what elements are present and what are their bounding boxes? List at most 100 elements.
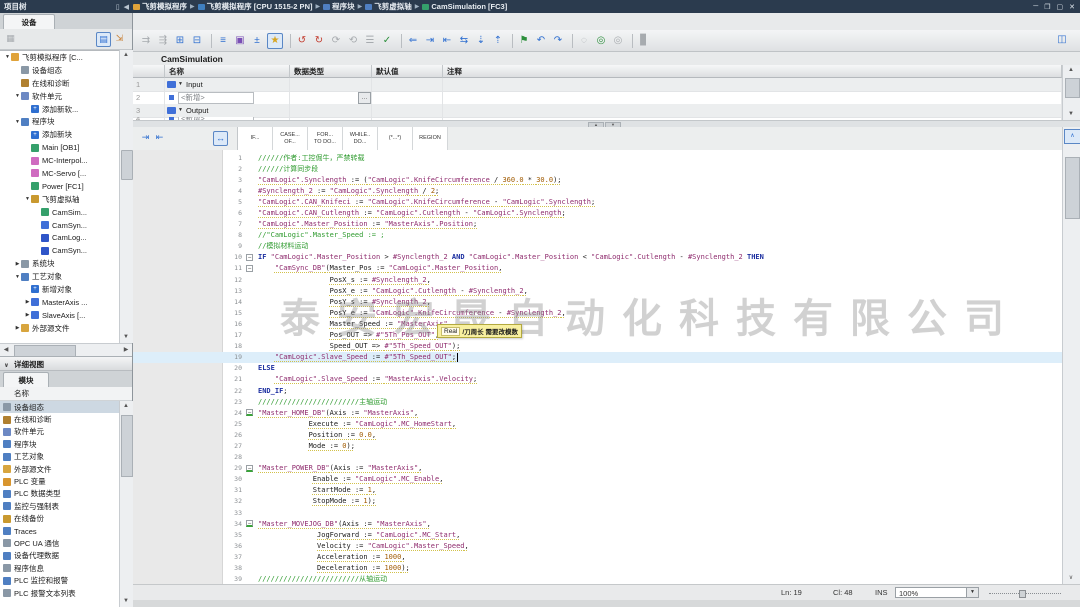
- code-line[interactable]: 7"CamLogic".Master_Position := "MasterAx…: [133, 219, 1062, 230]
- fold-collapse-icon[interactable]: −: [246, 520, 253, 527]
- snippets-icon[interactable]: ▣: [233, 34, 247, 48]
- compile-icon[interactable]: ✓: [380, 34, 394, 48]
- code-line[interactable]: 17 Pos_OUT => #"5Th_Pos_OUT",: [133, 330, 1062, 341]
- expander-open-icon[interactable]: ▼: [14, 274, 21, 280]
- scroll-up-icon[interactable]: ▲: [1065, 65, 1077, 76]
- tree-item[interactable]: MC-Servo [...: [0, 167, 132, 180]
- fit-width-icon[interactable]: ↔: [213, 131, 228, 146]
- project-tree-vertical-scrollbar[interactable]: ▲ ▼: [119, 50, 133, 343]
- tree-item[interactable]: +新增对象: [0, 283, 132, 296]
- datatype-combo-button[interactable]: …: [358, 92, 371, 104]
- code-line[interactable]: 3"CamLogic".Synclength := ("CamLogic".Kn…: [133, 174, 1062, 185]
- scroll-down-icon[interactable]: ▼: [1065, 109, 1077, 120]
- breadcrumb-item[interactable]: 飞剪虚拟轴: [365, 1, 412, 12]
- code-line[interactable]: 8//"CamLogic".Master_Speed := ;: [133, 230, 1062, 241]
- interface-row[interactable]: 1▼Input: [133, 78, 1062, 92]
- insert-network2-icon[interactable]: ⇶: [156, 34, 170, 48]
- tree-item[interactable]: ▶SlaveAxis [...: [0, 309, 132, 322]
- code-line[interactable]: 30 Enable := "CamLogic".MC_Enable,: [133, 474, 1062, 485]
- expander-closed-icon[interactable]: ▶: [24, 312, 31, 318]
- code-line[interactable]: 23////////////////////////主轴运动: [133, 396, 1062, 407]
- snippet-while-button[interactable]: WHILE..DO...: [343, 127, 378, 150]
- scroll-down-icon[interactable]: ▼: [120, 332, 132, 343]
- split-editor-icon[interactable]: ◫: [1055, 33, 1069, 47]
- tree-item[interactable]: ▶外部源文件: [0, 322, 132, 335]
- tree-item[interactable]: 在线和诊断: [0, 77, 132, 90]
- code-line[interactable]: 27 Mode := 0);: [133, 440, 1062, 451]
- code-line[interactable]: 19 "CamLogic".Slave_Speed := #"5Th_Speed…: [133, 352, 1062, 363]
- code-line[interactable]: 22END_IF;: [133, 385, 1062, 396]
- delete-row-icon[interactable]: ⊟: [190, 34, 204, 48]
- expander-open-icon[interactable]: ▼: [14, 119, 21, 125]
- scroll-down-icon[interactable]: ∨: [1065, 573, 1077, 584]
- code-line[interactable]: 16 Master_Speed := "MasterAxis": [133, 318, 1062, 329]
- code-line[interactable]: 11− "CamSync_DB"(Master_Pos := "CamLogic…: [133, 263, 1062, 274]
- tree-item[interactable]: ▼飞剪虚拟轴: [0, 193, 132, 206]
- column-header[interactable]: 注释: [443, 65, 1062, 78]
- code-line[interactable]: 13 PosX_e := "CamLogic".Cutlength - #Syn…: [133, 285, 1062, 296]
- interface-row[interactable]: 3▼Output: [133, 104, 1062, 118]
- detail-list-item[interactable]: 程序信息: [0, 562, 119, 574]
- tree-item[interactable]: ▼软件单元: [0, 90, 132, 103]
- project-tree-horizontal-scrollbar[interactable]: ◀ ▶: [0, 343, 132, 357]
- tree-item[interactable]: Power [FC1]: [0, 180, 132, 193]
- new-variable-field[interactable]: <新增>: [178, 92, 254, 104]
- scroll-down-icon[interactable]: ▼: [120, 596, 132, 607]
- maximize-button[interactable]: ▢: [1057, 3, 1064, 11]
- default-value-cell[interactable]: [372, 91, 443, 104]
- snippet-for-button[interactable]: FOR...TO DO...: [308, 127, 343, 150]
- start-monitoring-icon[interactable]: ⚑: [517, 34, 531, 48]
- detail-list-item[interactable]: 设备代理数据: [0, 550, 119, 562]
- code-line[interactable]: 36 Velocity := "CamLogic".Master_Speed,: [133, 540, 1062, 551]
- detail-list-item[interactable]: 设备组态: [0, 401, 119, 413]
- detail-list-item[interactable]: 在线和诊断: [0, 413, 119, 425]
- tab-modules[interactable]: 模块: [3, 372, 49, 388]
- default-value-cell[interactable]: [372, 78, 443, 91]
- format-source-icon[interactable]: ☰: [363, 34, 377, 48]
- expand-all-icon[interactable]: ⇣: [474, 34, 488, 48]
- interface-table-scrollbar[interactable]: ▲ ▼: [1062, 65, 1080, 120]
- absolute-opening-icon[interactable]: ≡: [216, 34, 230, 48]
- restore-button[interactable]: ❐: [1044, 3, 1050, 11]
- pin-panel-icon[interactable]: ▯: [116, 3, 120, 11]
- breadcrumb-item[interactable]: CamSimulation [FC3]: [422, 2, 507, 11]
- detail-list-item[interactable]: 工艺对象: [0, 451, 119, 463]
- code-line[interactable]: 25 Execute := "CamLogic".MC_HomeStart,: [133, 418, 1062, 429]
- datatype-cell[interactable]: [290, 78, 372, 91]
- comment-cell[interactable]: [443, 78, 1062, 91]
- code-line[interactable]: 34−"Master_MOVEJOG_DB"(Axis := "MasterAx…: [133, 518, 1062, 529]
- tree-item[interactable]: ▶系统块: [0, 257, 132, 270]
- tree-item[interactable]: ▶MasterAxis ...: [0, 296, 132, 309]
- detail-list-item[interactable]: 外部源文件: [0, 463, 119, 475]
- detail-list-item[interactable]: 软件单元: [0, 426, 119, 438]
- undo-icon[interactable]: ↺: [295, 34, 309, 48]
- compare-icon[interactable]: ⇥: [139, 131, 152, 144]
- filter-icon[interactable]: ▦: [4, 32, 17, 45]
- code-line[interactable]: 5"CamLogic".CAN_Knifeci := "CamLogic".Kn…: [133, 196, 1062, 207]
- details-view-icon[interactable]: ▤: [96, 32, 111, 47]
- code-line[interactable]: 38 Deceleration := 1000);: [133, 562, 1062, 573]
- datatype-cell[interactable]: [290, 104, 372, 117]
- detail-list-item[interactable]: Traces: [0, 525, 119, 537]
- code-line[interactable]: 18 Speed_OUT => #"5Th_Speed_OUT");: [133, 341, 1062, 352]
- download-icon[interactable]: ↶: [534, 34, 548, 48]
- code-line[interactable]: 24−"Master_HOME_DB"(Axis := "MasterAxis"…: [133, 407, 1062, 418]
- code-line[interactable]: 32 StopMode := 1);: [133, 496, 1062, 507]
- code-line[interactable]: 39////////////////////////从轴运动: [133, 574, 1062, 584]
- add-favorite-icon[interactable]: ±: [250, 34, 264, 48]
- code-line[interactable]: 31 StartMode := 1,: [133, 485, 1062, 496]
- collapse-all-icon[interactable]: ⇡: [491, 34, 505, 48]
- code-line[interactable]: 12 PosX_s := #Synclength_2,: [133, 274, 1062, 285]
- interface-row[interactable]: 2<新增>…: [133, 91, 1062, 105]
- detail-list-item[interactable]: 程序块: [0, 438, 119, 450]
- snippet-region-button[interactable]: REGION: [413, 127, 448, 150]
- monitor-on-icon[interactable]: ◎: [594, 34, 608, 48]
- scrollbar-thumb[interactable]: [121, 150, 133, 180]
- lock-icon[interactable]: ▊: [637, 34, 651, 48]
- upload-icon[interactable]: ↷: [551, 34, 565, 48]
- column-header[interactable]: 数据类型: [290, 65, 372, 78]
- collapse-panel-icon[interactable]: ◀: [124, 3, 129, 11]
- fold-collapse-icon[interactable]: −: [246, 465, 253, 472]
- code-line[interactable]: 1//////作者:工控倔牛，严禁转载: [133, 152, 1062, 163]
- insert-row-icon[interactable]: ⊞: [173, 34, 187, 48]
